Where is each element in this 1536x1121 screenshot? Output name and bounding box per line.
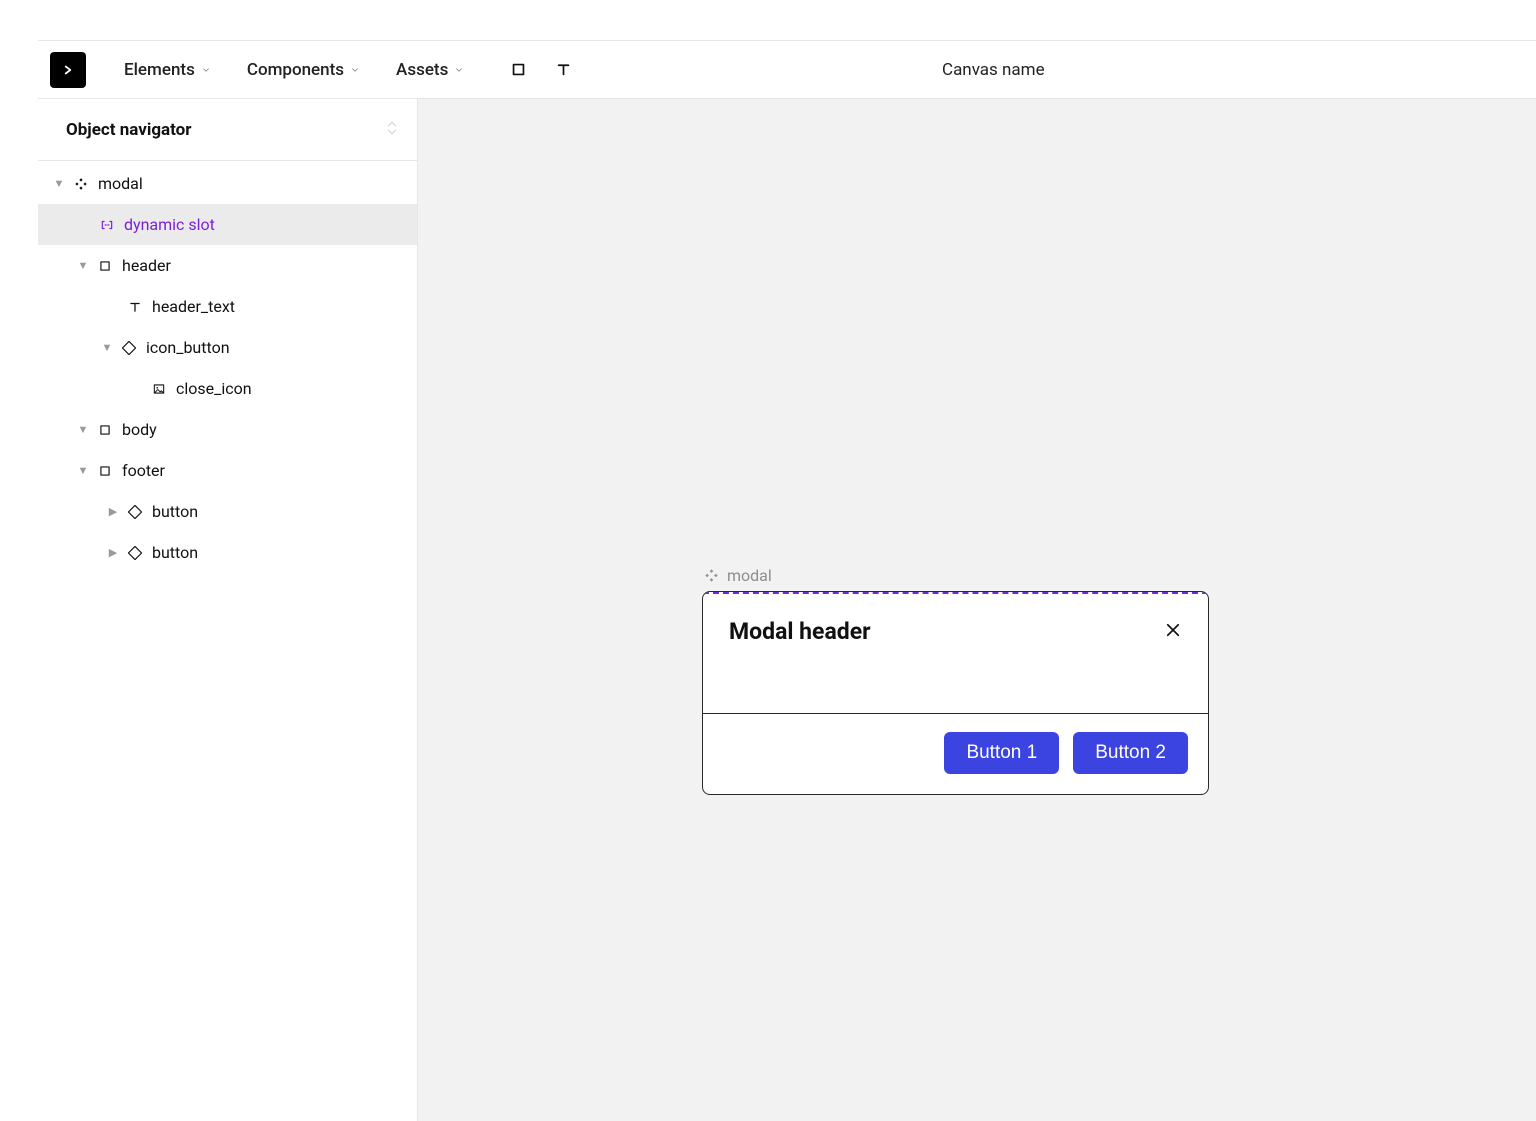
- tree-node-modal[interactable]: ▼ modal: [38, 163, 417, 204]
- menu-assets-label: Assets: [396, 60, 448, 80]
- tree-expand-icon[interactable]: ▼: [76, 259, 90, 272]
- canvas-name-field[interactable]: Canvas name: [942, 60, 1045, 80]
- tree-node-close-icon[interactable]: close_icon: [38, 368, 417, 409]
- tree-node-dynamic-slot[interactable]: dynamic slot: [38, 204, 417, 245]
- instance-icon: [126, 546, 144, 560]
- component-icon: [72, 177, 90, 191]
- menu-elements-label: Elements: [124, 60, 195, 80]
- app-logo[interactable]: [50, 52, 86, 88]
- chevron-down-icon: [350, 65, 360, 75]
- object-tree: ▼ modal dynamic slot ▼: [38, 161, 417, 1121]
- tree-expand-icon[interactable]: ▼: [100, 341, 114, 354]
- image-icon: [150, 382, 168, 396]
- modal-button-1[interactable]: Button 1: [944, 732, 1059, 774]
- tree-node-label: close_icon: [176, 379, 252, 398]
- top-toolbar: Elements Components Assets Canvas name: [38, 41, 1536, 99]
- modal-close-button[interactable]: [1164, 621, 1182, 643]
- modal-body: [703, 655, 1208, 713]
- modal-header-text: Modal header: [729, 618, 871, 645]
- tree-node-label: button: [152, 502, 198, 521]
- collapse-panel-icon[interactable]: [385, 120, 399, 140]
- tree-expand-icon[interactable]: ▶: [106, 505, 120, 518]
- frame-icon: [96, 259, 114, 273]
- frame-tool[interactable]: [510, 61, 527, 78]
- object-navigator-panel: Object navigator ▼ modal dy: [38, 99, 418, 1121]
- menu-components[interactable]: Components: [247, 60, 360, 80]
- instance-icon: [126, 505, 144, 519]
- object-navigator-header: Object navigator: [38, 99, 417, 161]
- tree-node-label: header: [122, 256, 171, 275]
- tree-node-header[interactable]: ▼ header: [38, 245, 417, 286]
- frame-icon: [96, 464, 114, 478]
- tree-node-label: dynamic slot: [124, 215, 215, 234]
- slot-icon: [98, 218, 116, 232]
- tree-node-label: icon_button: [146, 338, 230, 357]
- canvas-component-tag-label: modal: [727, 566, 772, 585]
- tree-node-label: body: [122, 420, 157, 439]
- menu-components-label: Components: [247, 60, 344, 80]
- tree-node-body[interactable]: ▼ body: [38, 409, 417, 450]
- toolbar-tools: [510, 61, 572, 78]
- chevron-down-icon: [454, 65, 464, 75]
- toolbar-menus: Elements Components Assets: [124, 60, 464, 80]
- modal-header: Modal header: [703, 594, 1208, 655]
- tree-node-label: header_text: [152, 297, 235, 316]
- tree-node-button-2[interactable]: ▶ button: [38, 532, 417, 573]
- tree-node-label: modal: [98, 174, 143, 193]
- modal-footer: Button 1 Button 2: [703, 714, 1208, 794]
- modal-button-2[interactable]: Button 2: [1073, 732, 1188, 774]
- text-icon: [126, 300, 144, 314]
- tree-node-footer[interactable]: ▼ footer: [38, 450, 417, 491]
- tree-node-icon-button[interactable]: ▼ icon_button: [38, 327, 417, 368]
- canvas-component-tag[interactable]: modal: [704, 566, 772, 585]
- tree-expand-icon[interactable]: ▶: [106, 546, 120, 559]
- chevron-down-icon: [201, 65, 211, 75]
- tree-expand-icon[interactable]: ▼: [76, 464, 90, 477]
- tree-node-button-1[interactable]: ▶ button: [38, 491, 417, 532]
- instance-icon: [120, 341, 138, 355]
- tree-node-header-text[interactable]: header_text: [38, 286, 417, 327]
- component-icon: [704, 568, 719, 583]
- tree-expand-icon[interactable]: ▼: [76, 423, 90, 436]
- tree-node-label: footer: [122, 461, 165, 480]
- canvas[interactable]: modal Modal header Button 1 Button 2: [418, 99, 1536, 1121]
- menu-assets[interactable]: Assets: [396, 60, 464, 80]
- text-tool[interactable]: [555, 61, 572, 78]
- tree-expand-icon[interactable]: ▼: [52, 177, 66, 190]
- frame-icon: [96, 423, 114, 437]
- tree-node-label: button: [152, 543, 198, 562]
- modal-component[interactable]: Modal header Button 1 Button 2: [702, 591, 1209, 795]
- object-navigator-title: Object navigator: [66, 120, 192, 140]
- close-icon: [1164, 621, 1182, 639]
- menu-elements[interactable]: Elements: [124, 60, 211, 80]
